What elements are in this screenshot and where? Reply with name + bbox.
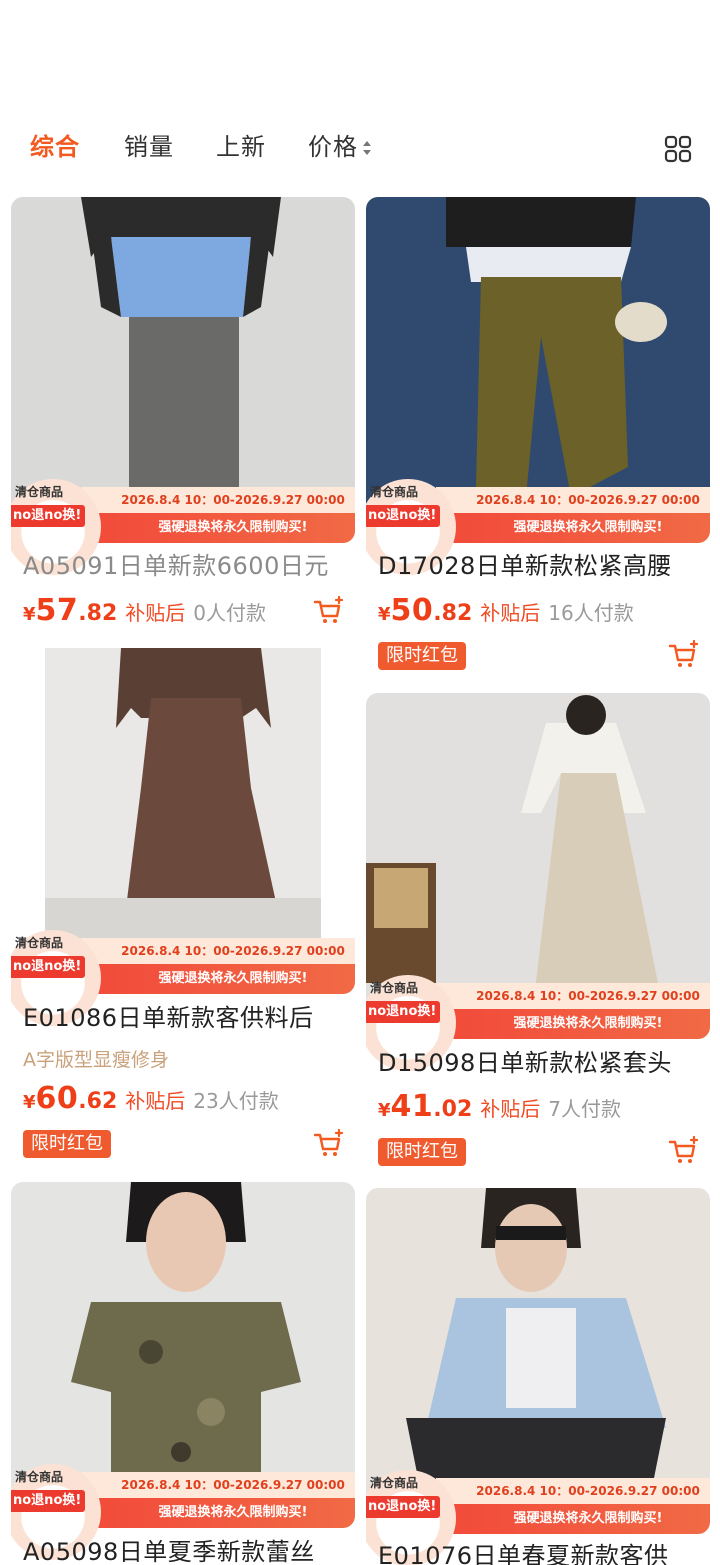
promo-warning: 强硬退换将永久限制购买! (436, 1009, 710, 1039)
no-return-label: no退no换! (11, 505, 86, 527)
promo-date-range: 2026.8.4 10：00-2026.9.27 00:00 (436, 983, 710, 1009)
clearance-label: 清仓商品 (370, 981, 419, 995)
product-title[interactable]: A05091日单新款6600日元 (23, 551, 329, 581)
paid-count: 0人付款 (193, 601, 266, 625)
promo-date-range: 2026.8.4 10：00-2026.9.27 00:00 (436, 1478, 710, 1504)
price-decimal: .82 (433, 601, 473, 626)
promo-warning: 强硬退换将永久限制购买! (81, 513, 355, 543)
promo-date-range: 2026.8.4 10：00-2026.9.27 00:00 (81, 938, 355, 964)
no-return-label: no退no换! (11, 1490, 86, 1512)
promo-date-range: 2026.8.4 10：00-2026.9.27 00:00 (81, 1472, 355, 1498)
product-card[interactable]: 2026.8.4 10：00-2026.9.27 00:00 强硬退换将永久限制… (11, 1182, 355, 1565)
price-decimal: .02 (433, 1097, 473, 1122)
paid-count: 23人付款 (193, 1089, 279, 1113)
product-card[interactable]: 2026.8.4 10：00-2026.9.27 00:00 强硬退换将永久限制… (11, 197, 355, 637)
red-packet-tag: 限时红包 (378, 1138, 466, 1166)
paid-count: 16人付款 (548, 601, 634, 625)
tab-newest[interactable]: 上新 (216, 131, 266, 163)
price-integer: 60 (35, 1081, 79, 1116)
add-to-cart-icon[interactable] (668, 1135, 700, 1167)
clearance-label: 清仓商品 (370, 1476, 419, 1490)
promo-warning: 强硬退换将永久限制购买! (436, 1504, 710, 1534)
promo-date-range: 2026.8.4 10：00-2026.9.27 00:00 (81, 487, 355, 513)
currency-symbol: ¥ (23, 604, 36, 625)
clearance-label: 清仓商品 (370, 485, 419, 499)
currency-symbol: ¥ (378, 1100, 391, 1121)
product-title[interactable]: D15098日单新款松紧套头 (378, 1048, 672, 1078)
product-title[interactable]: E01076日单春夏新款客供 (378, 1541, 669, 1565)
price-row: ¥57.82 补贴后 0人付款 (23, 593, 266, 629)
no-return-label: no退no换! (366, 1496, 441, 1518)
clearance-banner: 2026.8.4 10：00-2026.9.27 00:00 强硬退换将永久限制… (11, 1464, 355, 1560)
add-to-cart-icon[interactable] (313, 595, 345, 627)
product-card[interactable]: 2026.8.4 10：00-2026.9.27 00:00 强硬退换将永久限制… (11, 648, 355, 1168)
sort-tabs: 综合 销量 上新 价格 (0, 125, 720, 171)
price-integer: 41 (390, 1089, 434, 1124)
clearance-label: 清仓商品 (15, 485, 64, 499)
currency-symbol: ¥ (23, 1092, 36, 1113)
subsidy-label: 补贴后 (125, 601, 186, 625)
no-return-label: no退no换! (366, 505, 441, 527)
clearance-banner: 2026.8.4 10：00-2026.9.27 00:00 强硬退换将永久限制… (11, 479, 355, 575)
clearance-label: 清仓商品 (15, 1470, 64, 1484)
no-return-label: no退no换! (11, 956, 86, 978)
add-to-cart-icon[interactable] (313, 1128, 345, 1160)
red-packet-tag: 限时红包 (378, 642, 466, 670)
price-decimal: .82 (78, 601, 118, 626)
currency-symbol: ¥ (378, 604, 391, 625)
tab-comprehensive[interactable]: 综合 (30, 131, 80, 163)
promo-warning: 强硬退换将永久限制购买! (81, 1498, 355, 1528)
product-title[interactable]: E01086日单新款客供料后 (23, 1003, 314, 1033)
product-subtitle: A字版型显瘦修身 (23, 1049, 169, 1071)
product-title[interactable]: D17028日单新款松紧高腰 (378, 551, 672, 581)
subsidy-label: 补贴后 (480, 1097, 541, 1121)
price-row: ¥50.82 补贴后 16人付款 (378, 593, 634, 629)
price-row: ¥41.02 补贴后 7人付款 (378, 1089, 621, 1125)
product-card[interactable]: 2026.8.4 10：00-2026.9.27 00:00 强硬退换将永久限制… (366, 197, 710, 677)
sort-arrows-icon[interactable] (362, 139, 372, 157)
price-integer: 57 (35, 593, 79, 628)
no-return-label: no退no换! (366, 1001, 441, 1023)
product-title[interactable]: A05098日单夏季新款蕾丝 (23, 1537, 315, 1565)
clearance-banner: 2026.8.4 10：00-2026.9.27 00:00 强硬退换将永久限制… (366, 479, 710, 575)
tab-sales[interactable]: 销量 (124, 131, 174, 163)
product-card[interactable]: 2026.8.4 10：00-2026.9.27 00:00 强硬退换将永久限制… (366, 693, 710, 1173)
product-card[interactable]: 2026.8.4 10：00-2026.9.27 00:00 强硬退换将永久限制… (366, 1188, 710, 1565)
promo-date-range: 2026.8.4 10：00-2026.9.27 00:00 (436, 487, 710, 513)
add-to-cart-icon[interactable] (668, 639, 700, 671)
clearance-banner: 2026.8.4 10：00-2026.9.27 00:00 强硬退换将永久限制… (366, 975, 710, 1071)
clearance-banner: 2026.8.4 10：00-2026.9.27 00:00 强硬退换将永久限制… (366, 1470, 710, 1565)
price-decimal: .62 (78, 1089, 118, 1114)
promo-warning: 强硬退换将永久限制购买! (81, 964, 355, 994)
clearance-banner: 2026.8.4 10：00-2026.9.27 00:00 强硬退换将永久限制… (11, 930, 355, 1026)
red-packet-tag: 限时红包 (23, 1130, 111, 1158)
subsidy-label: 补贴后 (480, 601, 541, 625)
price-row: ¥60.62 补贴后 23人付款 (23, 1081, 279, 1117)
paid-count: 7人付款 (548, 1097, 621, 1121)
promo-warning: 强硬退换将永久限制购买! (436, 513, 710, 543)
grid-view-icon[interactable] (664, 135, 692, 163)
clearance-label: 清仓商品 (15, 936, 64, 950)
tab-price[interactable]: 价格 (308, 131, 358, 163)
subsidy-label: 补贴后 (125, 1089, 186, 1113)
price-integer: 50 (390, 593, 434, 628)
